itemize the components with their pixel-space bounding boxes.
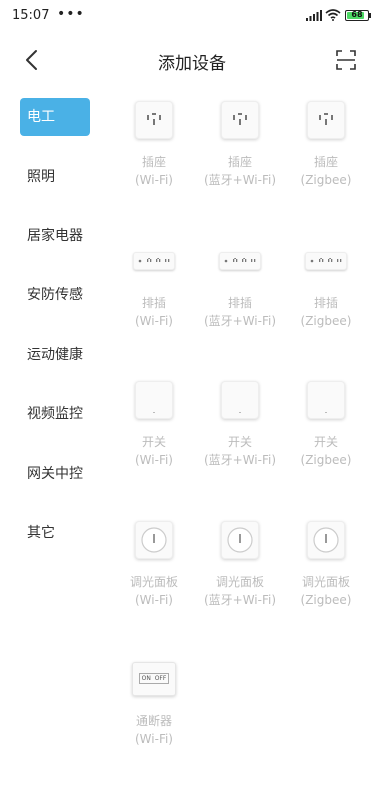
device-protocol: (Wi-Fi): [135, 314, 173, 328]
category-electrician[interactable]: 电工: [20, 98, 90, 136]
device-item-switch-zigbee[interactable]: 开关 (Zigbee): [286, 381, 366, 469]
device-item-strip-zigbee[interactable]: 排插 (Zigbee): [286, 252, 366, 330]
switch-icon: [307, 381, 345, 419]
device-protocol: (Zigbee): [300, 593, 352, 607]
device-name: 调光面板: [301, 575, 350, 589]
socket-icon: [221, 101, 259, 139]
dimmer-icon: [221, 521, 259, 559]
device-name: 开关: [141, 435, 166, 449]
wifi-icon: [325, 9, 341, 21]
device-name: 插座: [227, 155, 252, 169]
device-item-switch-ble-wifi[interactable]: 开关 (蓝牙+Wi-Fi): [200, 381, 280, 469]
device-item-strip-wifi[interactable]: 排插 (Wi-Fi): [114, 252, 194, 330]
battery-level: 68: [351, 10, 363, 19]
category-sports-health[interactable]: 运动健康: [20, 336, 90, 374]
device-name: 开关: [227, 435, 252, 449]
device-protocol: (Zigbee): [300, 314, 352, 328]
dimmer-icon: [135, 521, 173, 559]
power-strip-icon: [305, 252, 347, 270]
category-security-sensors[interactable]: 安防传感: [20, 276, 90, 314]
device-name: 插座: [141, 155, 166, 169]
device-item-socket-wifi[interactable]: 插座 (Wi-Fi): [114, 101, 194, 189]
device-name: 调光面板: [129, 575, 178, 589]
notification-dots: •••: [57, 6, 85, 22]
power-strip-icon: [133, 252, 175, 270]
device-item-dimmer-ble-wifi[interactable]: 调光面板 (蓝牙+Wi-Fi): [200, 521, 280, 609]
category-lighting[interactable]: 照明: [20, 158, 90, 196]
device-protocol: (Zigbee): [300, 453, 352, 467]
switch-icon: [135, 381, 173, 419]
category-video-surveillance[interactable]: 视频监控: [20, 395, 90, 433]
socket-icon: [307, 101, 345, 139]
socket-icon: [135, 101, 173, 139]
battery-icon: 68: [345, 10, 369, 21]
dimmer-icon: [307, 521, 345, 559]
scan-icon[interactable]: [334, 48, 358, 72]
device-name: 开关: [313, 435, 338, 449]
breaker-on-off-label: ON OFF: [138, 673, 170, 684]
category-gateway-hub[interactable]: 网关中控: [20, 455, 90, 493]
status-time: 15:07: [12, 8, 50, 23]
power-strip-icon: [219, 252, 261, 270]
device-protocol: (蓝牙+Wi-Fi): [203, 314, 277, 328]
device-protocol: (蓝牙+Wi-Fi): [203, 593, 277, 607]
device-item-breaker-wifi[interactable]: ON OFF 通断器 (Wi-Fi): [114, 662, 194, 748]
device-protocol: (Wi-Fi): [135, 732, 173, 746]
device-protocol: (蓝牙+Wi-Fi): [203, 453, 277, 467]
device-item-switch-wifi[interactable]: 开关 (Wi-Fi): [114, 381, 194, 469]
device-name: 排插: [141, 296, 166, 310]
battery-cap: [369, 13, 371, 18]
category-others[interactable]: 其它: [20, 514, 90, 552]
device-item-strip-ble-wifi[interactable]: 排插 (蓝牙+Wi-Fi): [200, 252, 280, 330]
device-item-socket-zigbee[interactable]: 插座 (Zigbee): [286, 101, 366, 189]
signal-icon: [306, 10, 322, 21]
device-protocol: (Zigbee): [300, 173, 352, 187]
device-name: 排插: [313, 296, 338, 310]
category-home-appliances[interactable]: 居家电器: [20, 217, 90, 255]
page-title: 添加设备: [158, 54, 226, 74]
device-protocol: (Wi-Fi): [135, 593, 173, 607]
device-protocol: (Wi-Fi): [135, 453, 173, 467]
status-bar: 15:07 ••• 68: [0, 0, 384, 34]
device-protocol: (蓝牙+Wi-Fi): [203, 173, 277, 187]
device-name: 排插: [227, 296, 252, 310]
header: 添加设备: [0, 34, 384, 86]
device-name: 调光面板: [215, 575, 264, 589]
switch-icon: [221, 381, 259, 419]
device-name: 通断器: [135, 714, 172, 728]
device-protocol: (Wi-Fi): [135, 173, 173, 187]
device-item-dimmer-wifi[interactable]: 调光面板 (Wi-Fi): [114, 521, 194, 609]
device-name: 插座: [313, 155, 338, 169]
breaker-icon: ON OFF: [132, 662, 176, 696]
device-item-socket-ble-wifi[interactable]: 插座 (蓝牙+Wi-Fi): [200, 101, 280, 189]
device-item-dimmer-zigbee[interactable]: 调光面板 (Zigbee): [286, 521, 366, 609]
